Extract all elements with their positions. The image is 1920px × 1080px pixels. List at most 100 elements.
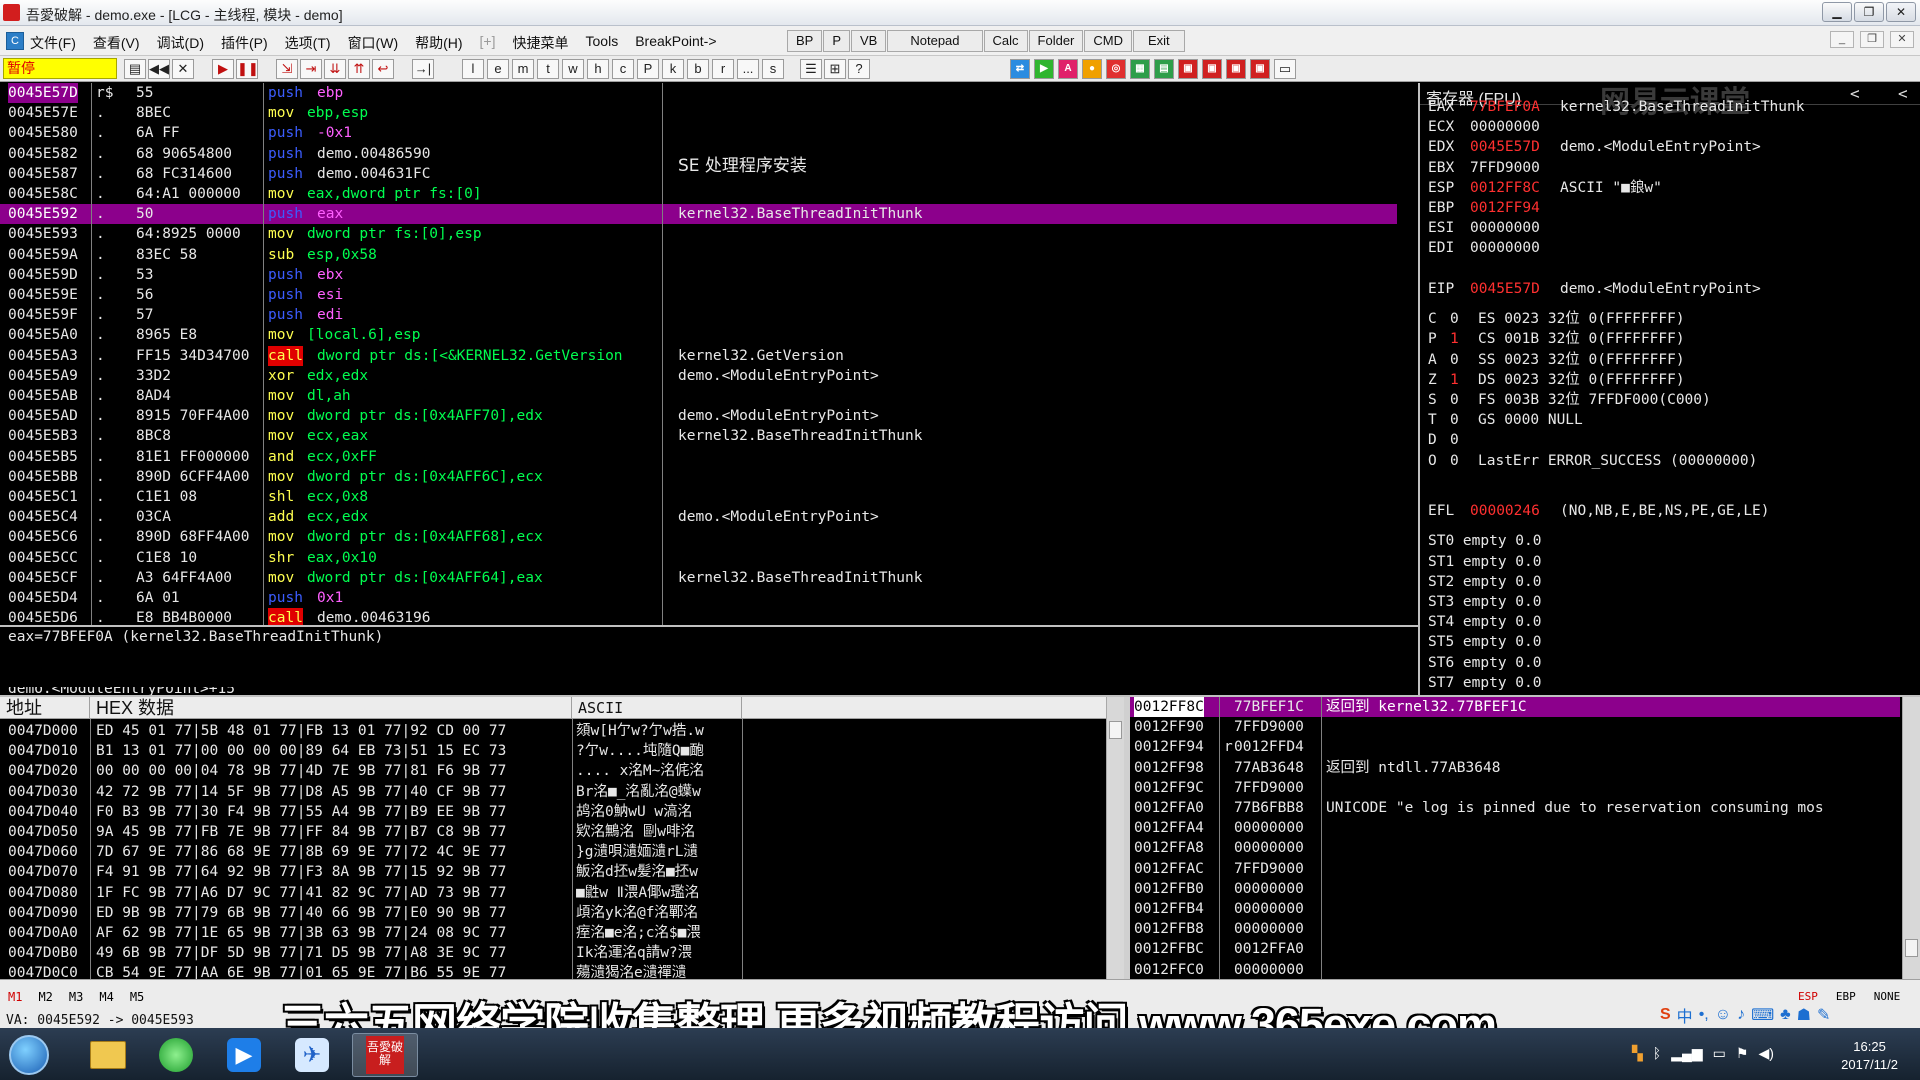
options-icon[interactable]: ⊞ [824, 59, 846, 79]
fpu-row[interactable]: ST7 empty 0.0 [1428, 673, 1542, 693]
registers-pane[interactable]: 寄存器 (FPU) 网易云课堂 < < EAX 77BFEF0A kernel32.… [1420, 83, 1920, 695]
stack-row[interactable]: 0012FFAC 7FFD9000 [1130, 859, 1900, 879]
p-button[interactable]: P [823, 30, 851, 52]
tool-icon-3[interactable]: ▣ [1226, 59, 1246, 79]
stack-row[interactable]: 0012FFC0 00000000 [1130, 960, 1900, 979]
disasm-row[interactable]: 0045E587. 68 FC314600 push demo.004631FC SE … [0, 156, 1397, 184]
stack-row[interactable]: 0012FF94 r 0012FFD4 [1130, 737, 1900, 757]
bp-button[interactable]: BP [787, 30, 823, 52]
windows-button[interactable]: w [562, 59, 584, 79]
disasm-row[interactable]: 0045E592. 50 push eax kernel32.BaseThreadIni… [0, 204, 1397, 225]
volume-icon[interactable]: ◀) [1758, 1045, 1773, 1062]
tab-m4[interactable]: M4 [99, 990, 113, 1004]
goto-icon[interactable]: →| [412, 59, 434, 79]
dump-row[interactable]: 0047D040 F0 B3 9B 77|30 F4 9B 77|55 A4 9B… [0, 802, 1100, 822]
dump-row[interactable]: 0047D050 9A 45 9B 77|FB 7E 9B 77|FF 84 9B… [0, 822, 1100, 842]
tab-m5[interactable]: M5 [130, 990, 144, 1004]
dump-row[interactable]: 0047D080 1F FC 9B 77|A6 D7 9C 77|41 82 9C… [0, 883, 1100, 903]
dump-row[interactable]: 0047D020 00 00 00 00|04 78 9B 77|4D 7E 9B… [0, 761, 1100, 781]
restart-icon[interactable]: ◀◀ [148, 59, 170, 79]
log-button[interactable]: l [462, 59, 484, 79]
mdi-close-button[interactable]: ✕ [1890, 31, 1914, 48]
skin-icon[interactable]: ♣ [1780, 1006, 1791, 1024]
disasm-row[interactable]: 0045E5CC. C1E8 10 shr eax,0x10 [0, 548, 1397, 568]
menu-help[interactable]: 帮助(H) [415, 33, 462, 53]
disasm-row[interactable]: 0045E58C. 64:A1 000000 mov eax,dword ptr fs… [0, 184, 1397, 204]
tool-icon-1[interactable]: ▣ [1178, 59, 1198, 79]
prev-arrow-icon[interactable]: < [1850, 84, 1860, 103]
tools-icon[interactable]: ✎ [1817, 1005, 1830, 1025]
monitor-icon[interactable]: ▭ [1713, 1045, 1726, 1062]
help-button[interactable]: ? [848, 59, 870, 79]
stack-row[interactable]: 0012FF90 7FFD9000 [1130, 717, 1900, 737]
mic-icon[interactable]: ♪ [1737, 1006, 1745, 1024]
collapse-arrow-icon[interactable]: < [1898, 84, 1908, 103]
ime-toolbar[interactable]: S 中 •, ☺ ♪ ⌨ ♣ ☗ ✎ [1660, 1002, 1920, 1028]
stack-row[interactable]: 0012FFB8 00000000 [1130, 919, 1900, 939]
dump-row[interactable]: 0047D090 ED 9B 9B 77|79 6B 9B 77|40 66 9B… [0, 903, 1100, 923]
menu-window[interactable]: 窗口(W) [348, 33, 399, 53]
tab-m3[interactable]: M3 [69, 990, 83, 1004]
emoji-icon[interactable]: ☺ [1715, 1006, 1731, 1024]
dump-row[interactable]: 0047D070 F4 91 9B 77|64 92 9B 77|F3 8A 9B… [0, 862, 1100, 882]
stack-row[interactable]: 0012FFB0 00000000 [1130, 879, 1900, 899]
debugger-taskbar-icon[interactable]: 吾愛破解 [352, 1033, 418, 1077]
menu-options[interactable]: 选项(T) [285, 33, 331, 53]
refresh-icon[interactable]: ⇄ [1010, 59, 1030, 79]
stack-row[interactable]: 0012FFBC 0012FFA0 [1130, 939, 1900, 959]
executable-modules-button[interactable]: e [487, 59, 509, 79]
trace-into-icon[interactable]: ⇊ [324, 59, 346, 79]
dump-col-ascii[interactable]: ASCII [572, 697, 742, 719]
window-icon[interactable]: ▭ [1274, 59, 1296, 79]
tool-icon-4[interactable]: ▣ [1250, 59, 1270, 79]
tray-clock[interactable]: 16:25 2017/11/2 [1841, 1038, 1898, 1074]
exit-button[interactable]: Exit [1133, 30, 1185, 52]
disasm-row[interactable]: 0045E5B5. 81E1 FF000000 and ecx,0xFF [0, 447, 1397, 467]
disasm-row[interactable]: 0045E5CF. A3 64FF4A00 mov dword ptr ds:[0x4… [0, 568, 1397, 588]
dump-scrollbar[interactable] [1106, 697, 1124, 979]
notepad-button[interactable]: Notepad [887, 30, 983, 52]
disasm-row[interactable]: 0045E59A. 83EC 58 sub esp,0x58 [0, 245, 1397, 265]
disasm-row[interactable]: 0045E5B3. 8BC8 mov ecx,eax kernel32.BaseThre… [0, 426, 1397, 446]
fpu-row[interactable]: ST6 empty 0.0 [1428, 653, 1542, 673]
stack-scrollbar[interactable] [1902, 697, 1920, 979]
menu-view[interactable]: 查看(V) [93, 33, 140, 53]
close-button[interactable]: ✕ [1886, 2, 1916, 22]
dump-row[interactable]: 0047D0B0 49 6B 9B 77|DF 5D 9B 77|71 D5 9B… [0, 943, 1100, 963]
disasm-row[interactable]: 0045E5A3. FF15 34D34700 call dword ptr ds:[… [0, 345, 1397, 366]
bluetooth-icon[interactable]: ᛒ [1653, 1045, 1661, 1062]
handles-button[interactable]: h [587, 59, 609, 79]
disasm-row[interactable]: 0045E5C6. 890D 68FF4A00 mov dword ptr ds:[0… [0, 527, 1397, 547]
maximize-button[interactable]: ❐ [1854, 2, 1884, 22]
dump-row[interactable]: 0047D0C0 CB 54 9E 77|AA 6E 9B 77|01 65 9E… [0, 963, 1100, 979]
disasm-row[interactable]: 0045E5D6. E8 BB4B0000 call demo.00463196 [0, 608, 1397, 625]
user-icon[interactable]: ☗ [1797, 1005, 1811, 1025]
disasm-row[interactable]: 0045E5BB. 890D 6CFF4A00 mov dword ptr ds:[0… [0, 467, 1397, 487]
minimize-button[interactable]: ▁ [1822, 2, 1852, 22]
menu-plugins[interactable]: 插件(P) [221, 33, 268, 53]
menu-file[interactable]: 文件(F) [30, 33, 76, 53]
disasm-row[interactable]: 0045E5A9. 33D2 xor edx,edx demo.<ModuleEntry… [0, 366, 1397, 386]
patches-button[interactable]: P [637, 59, 659, 79]
disasm-row[interactable]: 0045E580. 6A FF push -0x1 [0, 123, 1397, 143]
disasm-row[interactable]: 0045E59D. 53 push ebx [0, 265, 1397, 285]
stack-row[interactable]: 0012FFB4 00000000 [1130, 899, 1900, 919]
tab-m2[interactable]: M2 [38, 990, 52, 1004]
stack-row[interactable]: 0012FF9C 7FFD9000 [1130, 778, 1900, 798]
fpu-row[interactable]: ST1 empty 0.0 [1428, 552, 1542, 572]
folder-button[interactable]: Folder [1028, 30, 1084, 52]
target-icon[interactable]: ◎ [1106, 59, 1126, 79]
run-green-icon[interactable]: ▶ [1034, 59, 1054, 79]
flag-icon[interactable]: ▚ [1632, 1045, 1643, 1062]
disasm-row[interactable]: 0045E593. 64:8925 0000 mov dword ptr fs:[0]… [0, 224, 1397, 244]
open-icon[interactable]: ▤ [124, 59, 146, 79]
disasm-row[interactable]: 0045E5D4. 6A 01 push 0x1 [0, 588, 1397, 608]
fpu-row[interactable]: ST4 empty 0.0 [1428, 612, 1542, 632]
stack-row[interactable]: 0012FF98 77AB3648 返回到 ntdll.77AB3648 [1130, 758, 1900, 778]
keyboard-icon[interactable]: ⌨ [1751, 1005, 1774, 1025]
grid-icon[interactable]: ▦ [1130, 59, 1150, 79]
disasm-row[interactable]: 0045E57E. 8BEC mov ebp,esp [0, 103, 1397, 123]
mail-taskbar-icon[interactable]: ✈ [284, 1033, 340, 1077]
cmd-button[interactable]: CMD [1084, 30, 1132, 52]
calc-button[interactable]: Calc [983, 30, 1028, 52]
